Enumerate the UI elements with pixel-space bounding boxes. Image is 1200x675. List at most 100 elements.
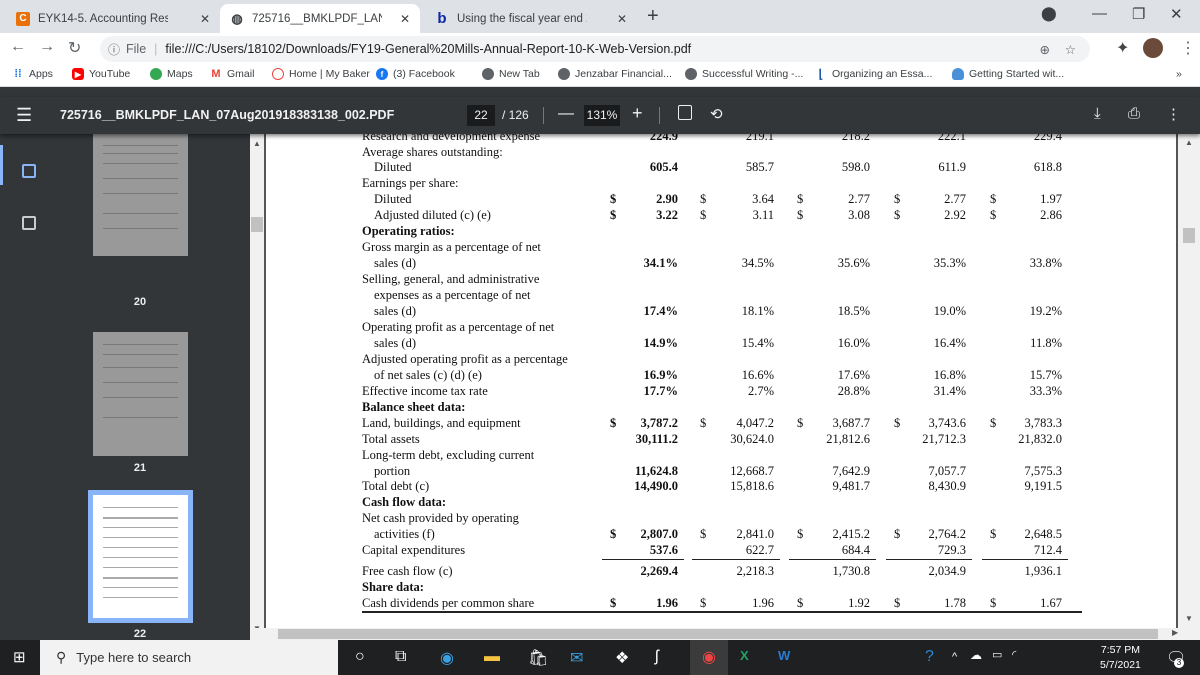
print-icon[interactable]: ⎙ [1128, 105, 1140, 122]
bookmark-label: Apps [29, 68, 53, 80]
scroll-down-icon[interactable]: ▼ [1185, 614, 1193, 623]
thumbnails-view-icon[interactable] [22, 164, 36, 178]
restore-button[interactable]: ❐ [1132, 5, 1145, 23]
profile-avatar[interactable] [1143, 38, 1163, 58]
close-tab-icon[interactable]: ✕ [400, 12, 410, 26]
reload-button[interactable]: ↻ [68, 38, 81, 58]
store-icon[interactable]: 🛍 [528, 648, 548, 668]
table-cell: 33.3% [1029, 383, 1062, 398]
cortana-icon[interactable]: ○ [355, 648, 365, 666]
more-bookmarks-button[interactable]: » [1176, 68, 1182, 80]
page-thumbnail-22-selected[interactable] [88, 490, 193, 623]
tab-accounting-research[interactable]: C EYK14-5. Accounting Research Pr ✕ [6, 4, 220, 33]
bookmark-organizing-essay[interactable]: ⌊ Organizing an Essa... [815, 67, 933, 81]
scrollbar-thumb[interactable] [251, 217, 263, 232]
table-cell: 2,841.0 [736, 527, 775, 542]
page-number-input[interactable]: 22 [467, 105, 495, 126]
bookmark-new-tab[interactable]: New Tab [482, 68, 540, 80]
tab-bing-search[interactable]: b Using the fiscal year end 2019 an ✕ [425, 4, 637, 33]
info-icon[interactable]: ⓘ [108, 41, 120, 58]
row-label: Share data: [362, 580, 424, 595]
new-tab-button[interactable]: + [647, 5, 659, 28]
vertical-scrollbar[interactable]: ▲ ▼ [1178, 134, 1200, 628]
browser-tab-strip: C EYK14-5. Accounting Research Pr ✕ ◍ 72… [0, 0, 1200, 33]
close-tab-icon[interactable]: ✕ [617, 12, 627, 26]
bookmark-gmail[interactable]: M Gmail [210, 68, 254, 80]
scroll-right-icon[interactable]: ▶ [1172, 628, 1178, 637]
minimize-button[interactable]: — [1092, 5, 1107, 22]
table-cell: 3,687.7 [832, 415, 871, 430]
bookmark-youtube[interactable]: ▶ YouTube [72, 68, 130, 80]
scrollbar-thumb[interactable] [278, 629, 1158, 639]
battery-icon[interactable]: ▭ [992, 648, 1002, 661]
mail-icon[interactable]: ✉ [570, 648, 583, 668]
row-label: Land, buildings, and equipment [362, 415, 521, 430]
forward-button[interactable]: → [39, 38, 55, 56]
table-cell: 11.8% [1030, 335, 1062, 350]
table-cell: 2.92 [944, 208, 966, 223]
extensions-puzzle-icon[interactable]: ✦ [1116, 38, 1129, 58]
taskbar-search-box[interactable]: ⚲ Type here to search [40, 640, 338, 675]
close-window-button[interactable]: ✕ [1170, 5, 1183, 23]
tab-search-icon[interactable]: ⬤ [1041, 5, 1057, 22]
table-cell: 15,818.6 [730, 479, 774, 494]
excel-icon[interactable]: X [740, 648, 749, 663]
bookmark-maps[interactable]: Maps [150, 68, 193, 80]
bookmark-star-icon[interactable]: ☆ [1065, 42, 1076, 57]
more-actions-icon[interactable]: ⋮ [1166, 105, 1181, 123]
table-cell: 12,668.7 [730, 463, 774, 478]
chrome-icon[interactable]: ◉ [690, 640, 728, 675]
word-icon[interactable]: W [778, 648, 790, 663]
rotate-icon[interactable]: ⟲ [710, 105, 723, 123]
sidebar-scrollbar[interactable]: ▲ ▼ [250, 134, 264, 640]
page-thumbnail-21[interactable] [93, 332, 188, 456]
zoom-out-button[interactable]: — [558, 105, 574, 123]
hamburger-menu-icon[interactable]: ☰ [16, 105, 32, 126]
wifi-icon[interactable]: ◜ [1012, 648, 1016, 661]
page-thumbnail-20[interactable] [93, 134, 188, 256]
horizontal-scrollbar[interactable]: ▶ [250, 628, 1200, 640]
bookmark-mybaker[interactable]: Home | My Baker [272, 68, 370, 80]
table-row: Total debt (c) 14,490.0 15,818.6 9,481.7 8,4… [362, 479, 1082, 494]
bookmark-apps[interactable]: ⁞⁞ Apps [12, 68, 53, 80]
app-icon[interactable]: ʃ [655, 648, 659, 666]
onedrive-icon[interactable]: ☁ [970, 648, 982, 662]
download-icon[interactable]: ⤓ [1094, 105, 1101, 122]
close-tab-icon[interactable]: ✕ [200, 12, 210, 26]
dropbox-icon[interactable]: ❖ [615, 648, 629, 668]
windows-start-icon[interactable]: ⊞ [13, 648, 26, 666]
task-view-icon[interactable]: ⧉ [395, 648, 406, 666]
url-text[interactable]: file:///C:/Users/18102/Downloads/FY19-Ge… [165, 42, 691, 56]
table-cell: 16.8% [933, 367, 966, 382]
back-button[interactable]: ← [10, 38, 26, 56]
table-cell: 684.4 [841, 543, 870, 558]
bookmark-jenzabar[interactable]: Jenzabar Financial... [558, 68, 672, 80]
bookmark-label: Maps [167, 68, 193, 80]
show-hidden-icons[interactable]: ^ [952, 651, 957, 663]
zoom-in-button[interactable]: + [632, 103, 643, 124]
zoom-level-input[interactable]: 131% [584, 105, 620, 126]
edge-icon[interactable]: ◉ [440, 648, 454, 668]
scrollbar-thumb[interactable] [1183, 228, 1195, 243]
bookmark-successful-writing[interactable]: Successful Writing -... [685, 68, 803, 80]
zoom-magnifier-icon[interactable]: ⊕ [1040, 42, 1050, 57]
table-cell: 19.0% [933, 304, 966, 318]
table-cell: 729.3 [937, 543, 966, 558]
scroll-up-icon[interactable]: ▲ [1185, 138, 1193, 147]
file-explorer-icon[interactable]: ▬ [484, 648, 500, 666]
pdf-toolbar: ☰ 725716__BMKLPDF_LAN_07Aug201918383138_… [0, 97, 1200, 134]
youtube-icon: ▶ [72, 68, 84, 80]
fit-page-icon[interactable] [678, 105, 692, 120]
tab-pdf[interactable]: ◍ 725716__BMKLPDF_LAN_07Aug ✕ [220, 4, 420, 33]
help-icon[interactable]: ? [925, 648, 934, 666]
pdf-filename: 725716__BMKLPDF_LAN_07Aug201918383138_00… [60, 108, 395, 122]
pdf-viewer: Research and development expense 224.9 219… [264, 134, 1178, 628]
table-cell: 11,624.8 [634, 463, 678, 478]
scroll-up-icon[interactable]: ▲ [253, 139, 261, 148]
outline-view-icon[interactable] [22, 216, 36, 230]
address-bar[interactable]: ⓘ File | file:///C:/Users/18102/Download… [100, 36, 1090, 62]
bookmark-getting-started[interactable]: Getting Started wit... [952, 68, 1064, 80]
chrome-menu-icon[interactable]: ⋮ [1180, 38, 1196, 58]
bookmark-facebook[interactable]: f (3) Facebook [376, 68, 455, 80]
system-clock[interactable]: 7:57 PM 5/7/2021 [1100, 643, 1141, 673]
